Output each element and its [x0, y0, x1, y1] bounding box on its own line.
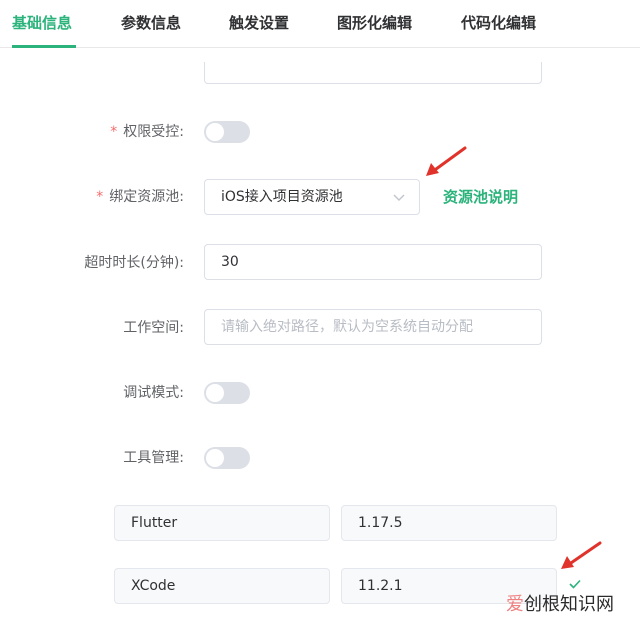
annotation-arrow-icon [561, 541, 602, 569]
tool-name-input[interactable]: Flutter [114, 505, 330, 541]
permission-label: * 权限受控: [110, 124, 184, 140]
required-mark: * [110, 124, 118, 140]
timeout-label: 超时时长(分钟): [84, 255, 184, 271]
workspace-label: 工作空间: [123, 320, 184, 336]
resource-pool-select[interactable]: iOS接入项目资源池 [204, 179, 420, 215]
tool-version-input[interactable]: 1.17.5 [341, 505, 557, 541]
tool-name-input[interactable]: XCode [114, 568, 330, 604]
resource-pool-help-link[interactable]: 资源池说明 [443, 186, 518, 207]
required-mark: * [96, 189, 104, 205]
switch-knob [206, 449, 224, 467]
switch-knob [206, 384, 224, 402]
workspace-input[interactable]: 请输入绝对路径，默认为空系统自动分配 [204, 309, 542, 345]
debug-mode-switch[interactable] [204, 382, 250, 404]
resource-pool-value: iOS接入项目资源池 [221, 189, 343, 205]
check-icon [569, 579, 581, 589]
chevron-down-icon [393, 194, 405, 201]
tab-bar: 基础信息 参数信息 触发设置 图形化编辑 代码化编辑 [0, 0, 640, 48]
permission-switch[interactable] [204, 121, 250, 143]
tab-trigger-settings[interactable]: 触发设置 [229, 12, 289, 33]
tab-basic-info[interactable]: 基础信息 [12, 12, 72, 33]
debug-mode-label: 调试模式: [123, 385, 184, 401]
tab-code-edit[interactable]: 代码化编辑 [461, 12, 536, 33]
switch-knob [206, 123, 224, 141]
previous-field-input[interactable] [204, 62, 542, 84]
active-tab-indicator [12, 45, 76, 48]
tool-management-label: 工具管理: [123, 450, 184, 466]
watermark: 爱创根知识网 [506, 594, 614, 615]
tab-parameters[interactable]: 参数信息 [121, 12, 181, 33]
resource-pool-label: * 绑定资源池: [96, 189, 184, 205]
tool-management-switch[interactable] [204, 447, 250, 469]
annotation-arrow-icon [426, 146, 467, 176]
timeout-input[interactable]: 30 [204, 244, 542, 280]
tab-graphical-edit[interactable]: 图形化编辑 [337, 12, 412, 33]
